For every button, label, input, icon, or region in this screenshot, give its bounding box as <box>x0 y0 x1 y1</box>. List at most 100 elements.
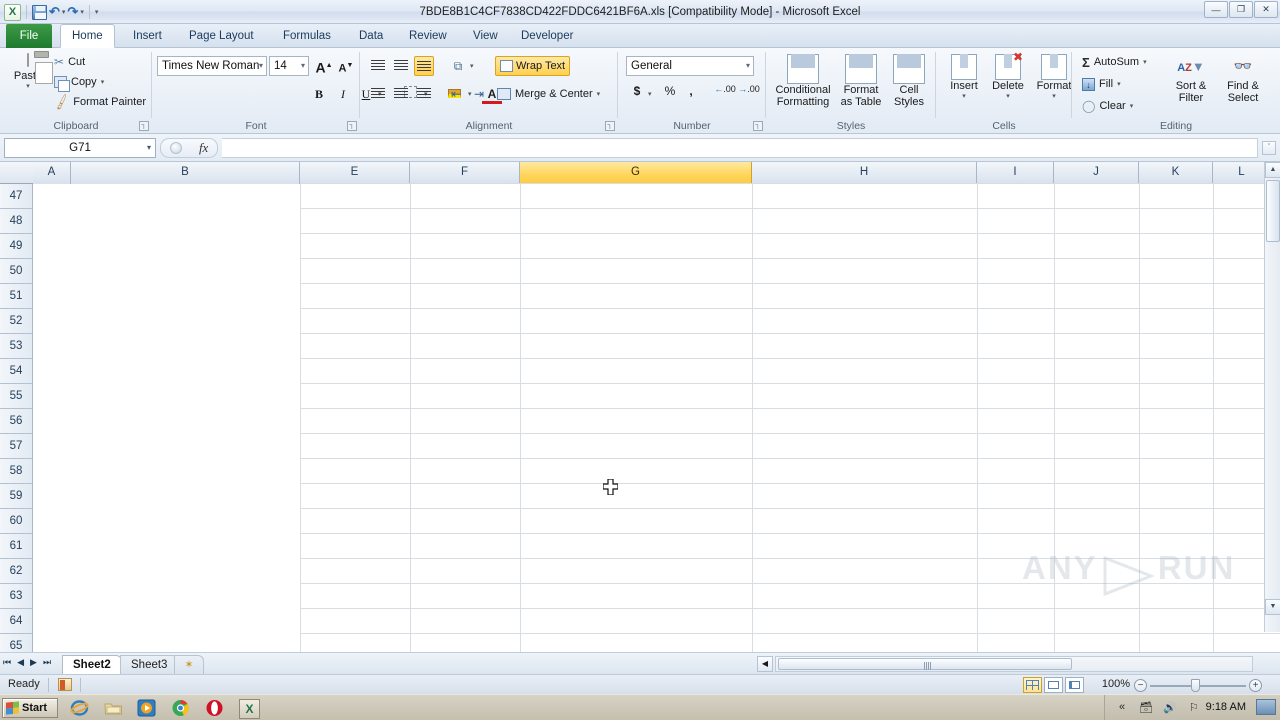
wrap-text-button[interactable]: Wrap Text <box>495 56 571 76</box>
network-icon[interactable]: ⚐ <box>1189 701 1199 714</box>
status-macro-icon[interactable] <box>58 678 72 691</box>
sheet-tab-sheet2[interactable]: Sheet2 <box>62 655 122 675</box>
zoom-slider-thumb[interactable] <box>1191 679 1200 692</box>
row-header-63[interactable]: 63 <box>0 584 33 609</box>
row-header-61[interactable]: 61 <box>0 534 33 559</box>
tab-data[interactable]: Data <box>348 24 394 48</box>
merge-dropdown-icon[interactable]: ▾ <box>597 90 601 98</box>
split-handle-left[interactable]: ◀ <box>757 656 773 672</box>
tab-developer[interactable]: Developer <box>510 24 584 48</box>
row-header-49[interactable]: 49 <box>0 234 33 259</box>
zoom-slider[interactable]: − + <box>1134 679 1262 693</box>
clipboard-dialog-launcher[interactable]: ┐ <box>139 121 149 131</box>
format-as-table-button[interactable]: Format as Table <box>836 54 886 108</box>
cancel-entry-icon[interactable] <box>169 142 182 154</box>
font-name-dropdown-icon[interactable]: ▾ <box>259 57 263 75</box>
name-box-dropdown-icon[interactable]: ▾ <box>147 139 151 157</box>
row-header-65[interactable]: 65 <box>0 634 33 652</box>
column-header-i[interactable]: I <box>977 162 1054 184</box>
row-header-54[interactable]: 54 <box>0 359 33 384</box>
prev-sheet-button[interactable]: ◀ <box>17 657 24 668</box>
align-bottom-button[interactable] <box>414 56 434 76</box>
last-sheet-button[interactable]: ⏭ <box>43 657 51 668</box>
accounting-dropdown-icon[interactable]: ▾ <box>648 90 652 98</box>
row-header-64[interactable]: 64 <box>0 609 33 634</box>
column-header-a[interactable]: A <box>33 162 71 184</box>
cut-button[interactable]: ✂ Cut <box>52 53 87 71</box>
sheet-tab-sheet3[interactable]: Sheet3 <box>120 655 179 675</box>
alignment-dialog-launcher[interactable]: ┐ <box>605 121 615 131</box>
row-header-57[interactable]: 57 <box>0 434 33 459</box>
page-layout-view-button[interactable] <box>1044 677 1063 693</box>
name-box[interactable]: G71 ▾ <box>4 138 156 158</box>
font-size-dropdown-icon[interactable]: ▾ <box>301 57 305 75</box>
number-format-select[interactable]: General ▾ <box>626 56 754 76</box>
row-header-52[interactable]: 52 <box>0 309 33 334</box>
tab-insert[interactable]: Insert <box>122 24 173 48</box>
page-break-view-button[interactable] <box>1065 677 1084 693</box>
column-header-b[interactable]: B <box>71 162 300 184</box>
decrease-indent-button[interactable]: ⇤ <box>446 84 466 104</box>
restore-button[interactable]: ❐ <box>1229 1 1253 18</box>
align-center-button[interactable] <box>391 84 411 104</box>
show-hidden-icons-button[interactable]: « <box>1119 701 1125 713</box>
security-icon[interactable]: 🗃 <box>1139 701 1153 714</box>
format-dropdown-icon[interactable]: ▾ <box>1032 92 1076 100</box>
cell-area[interactable] <box>33 183 1280 652</box>
tab-file[interactable]: File <box>6 24 52 48</box>
decrease-decimal-button[interactable]: →.00 <box>738 84 760 95</box>
column-header-j[interactable]: J <box>1054 162 1139 184</box>
column-header-e[interactable]: E <box>300 162 410 184</box>
show-desktop-icon[interactable] <box>1256 699 1276 715</box>
percent-format-button[interactable]: % <box>662 84 678 98</box>
internet-explorer-icon[interactable] <box>70 699 89 717</box>
copy-button[interactable]: Copy ▾ <box>52 73 106 92</box>
tab-review[interactable]: Review <box>398 24 458 48</box>
orientation-button[interactable]: ⧉ <box>448 56 468 76</box>
horizontal-scrollbar[interactable] <box>775 656 1253 672</box>
font-dialog-launcher[interactable]: ┐ <box>347 121 357 131</box>
insert-cells-button[interactable]: Insert ▾ <box>944 54 984 100</box>
first-sheet-button[interactable]: ⏮ <box>3 657 11 668</box>
horizontal-scroll-thumb[interactable] <box>778 658 1072 670</box>
column-header-k[interactable]: K <box>1139 162 1213 184</box>
font-name-input[interactable]: Times New Roman ▾ <box>157 56 267 76</box>
row-header-56[interactable]: 56 <box>0 409 33 434</box>
delete-dropdown-icon[interactable]: ▾ <box>986 92 1030 100</box>
tab-view[interactable]: View <box>462 24 509 48</box>
format-cells-button[interactable]: Format ▾ <box>1032 54 1076 100</box>
scroll-down-button[interactable]: ▼ <box>1265 599 1280 615</box>
insert-dropdown-icon[interactable]: ▾ <box>944 92 984 100</box>
opera-icon[interactable] <box>205 699 224 717</box>
next-sheet-button[interactable]: ▶ <box>30 657 37 668</box>
fill-button[interactable]: ↓ Fill ▾ <box>1080 75 1123 93</box>
merge-center-button[interactable]: Merge & Center ▾ <box>497 84 600 104</box>
increase-decimal-button[interactable]: ←.00 <box>714 84 736 95</box>
comma-format-button[interactable]: , <box>684 84 698 98</box>
row-header-62[interactable]: 62 <box>0 559 33 584</box>
row-header-51[interactable]: 51 <box>0 284 33 309</box>
tab-home[interactable]: Home <box>60 24 115 48</box>
autosum-button[interactable]: Σ AutoSum ▾ <box>1080 53 1149 71</box>
align-left-button[interactable] <box>368 84 388 104</box>
sort-filter-button[interactable]: AZ▼ Sort & Filter <box>1168 54 1214 104</box>
vertical-scroll-thumb[interactable] <box>1266 180 1280 242</box>
fill-dropdown-icon[interactable]: ▾ <box>1117 80 1121 88</box>
row-header-59[interactable]: 59 <box>0 484 33 509</box>
accounting-format-button[interactable]: $ <box>630 84 644 98</box>
column-header-h[interactable]: H <box>752 162 977 184</box>
zoom-out-button[interactable]: − <box>1134 679 1147 692</box>
column-header-l[interactable]: L <box>1213 162 1271 184</box>
zoom-in-button[interactable]: + <box>1249 679 1262 692</box>
media-player-icon[interactable] <box>137 699 156 717</box>
font-size-input[interactable]: 14 ▾ <box>269 56 309 76</box>
autosum-dropdown-icon[interactable]: ▾ <box>1143 58 1147 66</box>
cell-styles-button[interactable]: Cell Styles <box>888 54 930 108</box>
normal-view-button[interactable] <box>1023 677 1042 693</box>
row-header-55[interactable]: 55 <box>0 384 33 409</box>
clear-dropdown-icon[interactable]: ▾ <box>1130 102 1134 110</box>
number-dialog-launcher[interactable]: ┐ <box>753 121 763 131</box>
file-explorer-icon[interactable] <box>104 699 123 717</box>
conditional-formatting-button[interactable]: Conditional Formatting <box>772 54 834 108</box>
row-header-50[interactable]: 50 <box>0 259 33 284</box>
